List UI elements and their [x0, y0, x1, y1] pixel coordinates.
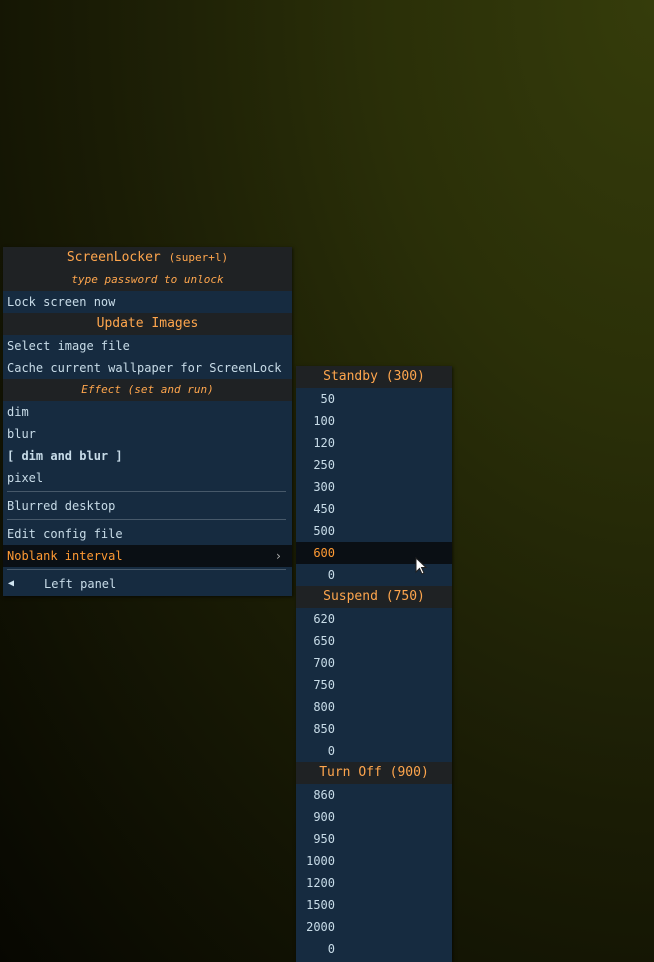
- option-value: 1200: [306, 876, 335, 890]
- noblank-interval-item[interactable]: Noblank interval ›: [3, 545, 292, 567]
- suspend-option[interactable]: 700: [296, 652, 452, 674]
- option-value: 1500: [306, 898, 335, 912]
- turn-off-option[interactable]: 1000: [296, 850, 452, 872]
- effect-pixel-item[interactable]: pixel: [3, 467, 292, 489]
- noblank-interval-label: Noblank interval: [7, 549, 123, 563]
- option-value: 650: [313, 634, 335, 648]
- option-value: 0: [327, 568, 335, 582]
- option-value: 700: [313, 656, 335, 670]
- triangle-left-icon: ◀: [8, 578, 15, 589]
- standby-option[interactable]: 450: [296, 498, 452, 520]
- option-value: 620: [313, 612, 335, 626]
- option-value: 0: [327, 942, 335, 956]
- effect-dim-item[interactable]: dim: [3, 401, 292, 423]
- option-value: 2000: [306, 920, 335, 934]
- suspend-option[interactable]: 800: [296, 696, 452, 718]
- left-panel-label: Left panel: [44, 577, 117, 591]
- standby-option[interactable]: 100: [296, 410, 452, 432]
- suspend-option[interactable]: 620: [296, 608, 452, 630]
- option-value: 860: [313, 788, 335, 802]
- standby-option[interactable]: 50: [296, 388, 452, 410]
- turn-off-option[interactable]: 900: [296, 806, 452, 828]
- option-value: 500: [313, 524, 335, 538]
- standby-option[interactable]: 500: [296, 520, 452, 542]
- standby-option[interactable]: 250: [296, 454, 452, 476]
- turn-off-option[interactable]: 1500: [296, 894, 452, 916]
- mouse-pointer-icon: [415, 557, 428, 575]
- turn-off-option[interactable]: 2000: [296, 916, 452, 938]
- left-panel-item[interactable]: ◀ Left panel: [3, 573, 292, 595]
- option-value: 450: [313, 502, 335, 516]
- option-value: 250: [313, 458, 335, 472]
- option-value: 600: [313, 546, 335, 560]
- suspend-header: Suspend (750): [296, 586, 452, 608]
- standby-option[interactable]: 300: [296, 476, 452, 498]
- menu-title-shortcut: (super+l): [168, 251, 229, 264]
- lock-screen-now-item[interactable]: Lock screen now: [3, 291, 292, 313]
- turn-off-option[interactable]: 0: [296, 938, 452, 960]
- effect-blur-item[interactable]: blur: [3, 423, 292, 445]
- effect-dim-and-blur-item[interactable]: [ dim and blur ]: [3, 445, 292, 467]
- screenlocker-menu: ScreenLocker (super+l) type password to …: [3, 247, 292, 596]
- option-value: 900: [313, 810, 335, 824]
- option-value: 0: [327, 744, 335, 758]
- suspend-option[interactable]: 0: [296, 740, 452, 762]
- option-value: 300: [313, 480, 335, 494]
- update-images-header: Update Images: [3, 313, 292, 335]
- option-value: 850: [313, 722, 335, 736]
- turn-off-option[interactable]: 860: [296, 784, 452, 806]
- turn-off-option[interactable]: 1200: [296, 872, 452, 894]
- suspend-option[interactable]: 650: [296, 630, 452, 652]
- option-value: 1000: [306, 854, 335, 868]
- suspend-option[interactable]: 750: [296, 674, 452, 696]
- option-value: 800: [313, 700, 335, 714]
- standby-option[interactable]: 120: [296, 432, 452, 454]
- effect-header: Effect (set and run): [3, 379, 292, 401]
- menu-title: ScreenLocker (super+l): [3, 247, 292, 269]
- option-value: 750: [313, 678, 335, 692]
- select-image-file-item[interactable]: Select image file: [3, 335, 292, 357]
- option-value: 120: [313, 436, 335, 450]
- type-password-header: type password to unlock: [3, 269, 292, 291]
- blurred-desktop-item[interactable]: Blurred desktop: [3, 495, 292, 517]
- option-value: 50: [320, 392, 335, 406]
- cache-wallpaper-item[interactable]: Cache current wallpaper for ScreenLock: [3, 357, 292, 379]
- turn-off-header: Turn Off (900): [296, 762, 452, 784]
- option-value: 100: [313, 414, 335, 428]
- option-value: 950: [313, 832, 335, 846]
- edit-config-file-item[interactable]: Edit config file: [3, 523, 292, 545]
- suspend-option[interactable]: 850: [296, 718, 452, 740]
- menu-title-label: ScreenLocker: [66, 250, 161, 265]
- standby-header: Standby (300): [296, 366, 452, 388]
- chevron-right-icon: ›: [274, 549, 282, 563]
- turn-off-option[interactable]: 950: [296, 828, 452, 850]
- noblank-interval-submenu: Standby (300) 50 100 120 250 300 450 500…: [296, 366, 452, 962]
